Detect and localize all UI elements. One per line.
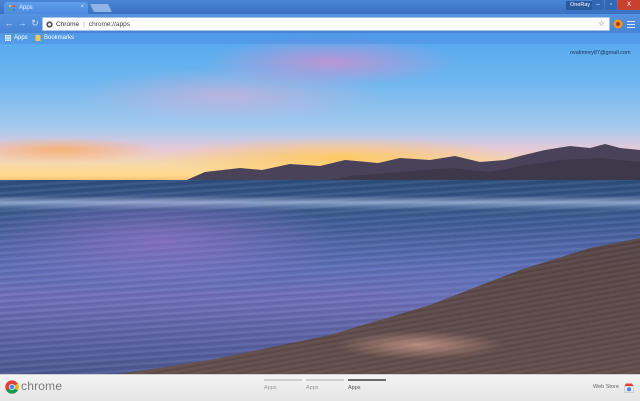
chrome-wordmark: chrome — [21, 379, 63, 393]
tab-close-icon[interactable]: × — [80, 4, 84, 10]
bookmark-label: Apps — [14, 35, 28, 41]
page-tab-label: Apps — [348, 385, 361, 391]
address-bar[interactable]: Chrome | chrome://apps ☆ — [42, 17, 610, 31]
page-tab-indicator — [306, 379, 344, 381]
back-arrow-icon[interactable]: ← — [4, 18, 14, 28]
menu-icon[interactable] — [627, 19, 635, 28]
tab-apps[interactable]: Apps × — [4, 2, 88, 14]
apps-grid-icon — [9, 5, 15, 11]
bookmark-star-icon[interactable]: ☆ — [598, 19, 605, 28]
close-window-button[interactable]: X — [618, 0, 640, 10]
tab-title: Apps — [19, 5, 33, 11]
new-tab-button[interactable] — [90, 4, 112, 12]
omnibox-separator: | — [83, 20, 85, 28]
profile-button[interactable]: OneRay — [566, 1, 595, 10]
apps-bottom-bar: chrome Apps Apps Apps Web Store — [0, 374, 640, 401]
web-store-link[interactable]: Web Store — [593, 384, 619, 390]
bookmarks-bar: Apps Bookmarks — [0, 33, 640, 44]
bookmark-apps[interactable]: Apps — [5, 35, 28, 41]
page-tab-indicator — [348, 379, 386, 381]
page-tab-label: Apps — [306, 385, 319, 391]
apps-grid-icon — [5, 35, 11, 41]
account-email[interactable]: ovatimrey87@gmail.com — [570, 50, 631, 56]
bookmark-label: Bookmarks — [44, 35, 75, 41]
tab-strip: Apps × OneRay – ▫ X — [0, 0, 640, 14]
site-chip: Chrome — [56, 20, 80, 28]
minimize-button[interactable]: – — [592, 0, 604, 10]
toolbar: ← → ↻ Chrome | chrome://apps ☆ — [0, 14, 640, 33]
apps-page-tab[interactable]: Apps — [306, 379, 344, 397]
apps-page-tab-active[interactable]: Apps — [348, 379, 386, 397]
chrome-page-icon — [46, 20, 53, 28]
web-store-icon[interactable] — [624, 383, 634, 393]
background-wallpaper — [0, 0, 640, 374]
extension-icon[interactable] — [613, 19, 623, 29]
wave-foam — [0, 196, 640, 210]
bookmark-folder[interactable]: Bookmarks — [35, 35, 74, 41]
forward-arrow-icon[interactable]: → — [17, 18, 27, 28]
page-tab-indicator — [264, 379, 302, 381]
folder-icon — [35, 35, 41, 41]
reload-icon[interactable]: ↻ — [30, 18, 40, 28]
page-tab-label: Apps — [264, 385, 277, 391]
maximize-button[interactable]: ▫ — [605, 0, 617, 10]
chrome-logo-icon — [5, 380, 19, 394]
url-text[interactable]: chrome://apps — [89, 21, 130, 28]
apps-page-tab[interactable]: Apps — [264, 379, 302, 397]
